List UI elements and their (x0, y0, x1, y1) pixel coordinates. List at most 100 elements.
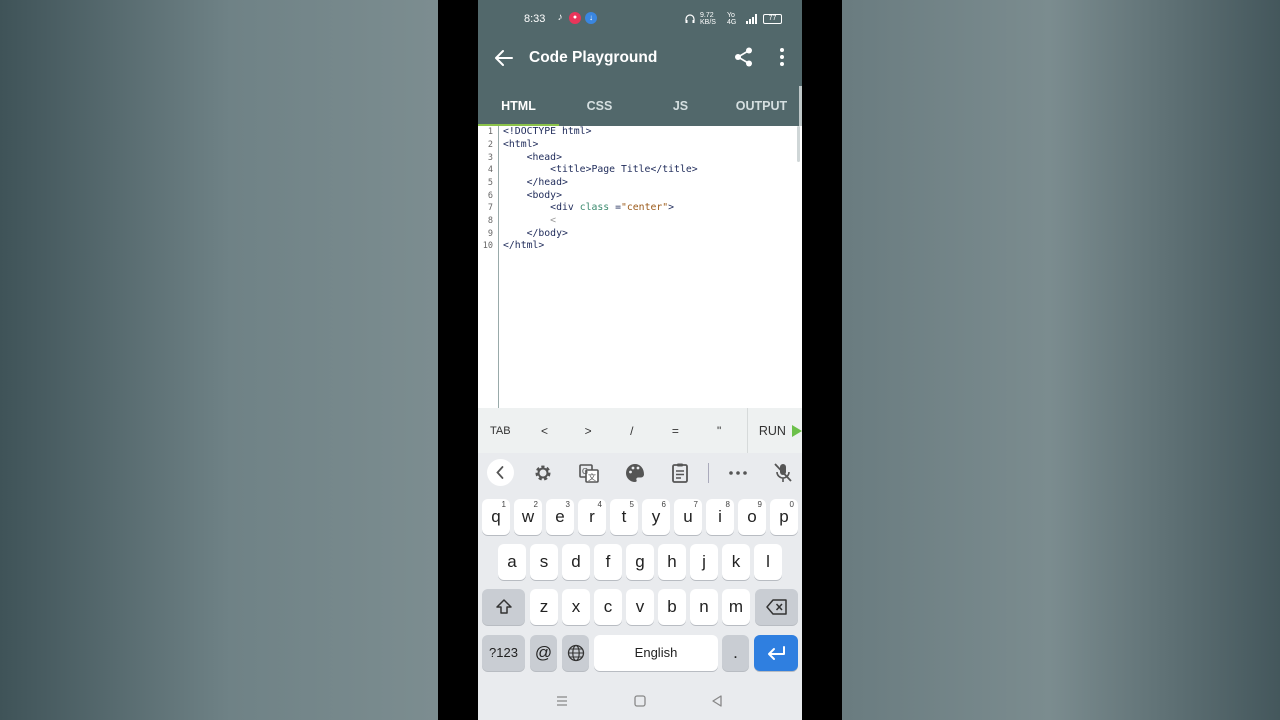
key-hint: 0 (789, 500, 794, 509)
tab-html[interactable]: HTML (478, 86, 559, 126)
key-q[interactable]: q1 (482, 499, 510, 535)
share-icon[interactable] (733, 46, 755, 68)
key-i[interactable]: i8 (706, 499, 734, 535)
system-nav-bar (478, 683, 802, 720)
run-button[interactable]: RUN (748, 424, 802, 438)
line-number: 6 (487, 191, 493, 201)
code-text: </html> (503, 240, 545, 251)
key-u[interactable]: u7 (674, 499, 702, 535)
key-d[interactable]: d (562, 544, 590, 580)
key-e[interactable]: e3 (546, 499, 574, 535)
key-label: i (718, 507, 722, 526)
tab-js[interactable]: JS (640, 86, 721, 126)
music-note-icon: ♪ (557, 12, 563, 23)
key-h[interactable]: h (658, 544, 686, 580)
line-number: 8 (487, 216, 493, 226)
key-label: t (621, 507, 627, 526)
palette-icon[interactable] (623, 461, 647, 485)
key-o[interactable]: o9 (738, 499, 766, 535)
chevron-left-icon[interactable] (487, 459, 514, 486)
code-line: <div class ="center"> (503, 202, 674, 213)
line-number: 4 (487, 165, 493, 175)
code-line: </body> (503, 228, 568, 239)
helper-quote-key[interactable]: " (697, 424, 741, 438)
space-key[interactable]: English (594, 635, 718, 671)
clipboard-icon[interactable] (668, 461, 692, 485)
gear-icon[interactable] (531, 461, 555, 485)
period-key[interactable]: . (722, 635, 749, 671)
editor-scrollbar[interactable] (797, 126, 800, 162)
code-text: </body> (503, 228, 568, 239)
key-z[interactable]: z (530, 589, 558, 625)
helper-equals-key[interactable]: = (654, 424, 698, 438)
key-s[interactable]: s (530, 544, 558, 580)
key-x[interactable]: x (562, 589, 590, 625)
tab-css[interactable]: CSS (559, 86, 640, 126)
code-attr: class (579, 202, 610, 213)
code-text: </head> (503, 177, 568, 188)
key-k[interactable]: k (722, 544, 750, 580)
helper-lt-key[interactable]: < (523, 424, 567, 438)
code-line: </head> (503, 177, 568, 188)
symbols-key[interactable]: ?123 (482, 635, 525, 671)
line-number: 9 (487, 229, 493, 239)
key-hint: 2 (533, 500, 538, 509)
recents-icon[interactable] (554, 693, 570, 709)
mic-off-icon[interactable] (771, 461, 795, 485)
code-text: <body> (503, 190, 562, 201)
at-key[interactable]: @ (530, 635, 557, 671)
key-g[interactable]: g (626, 544, 654, 580)
helper-tab-key[interactable]: TAB (478, 425, 523, 437)
key-v[interactable]: v (626, 589, 654, 625)
key-hint: 7 (693, 500, 698, 509)
backspace-icon (765, 599, 787, 615)
battery-icon: 77 (763, 14, 782, 24)
enter-icon (768, 646, 785, 660)
code-line: <title>Page Title</title> (503, 164, 698, 175)
key-b[interactable]: b (658, 589, 686, 625)
code-editor[interactable]: 1 2 3 4 5 6 7 8 9 10 <!DOCTYPE html> <ht… (478, 126, 802, 408)
key-l[interactable]: l (754, 544, 782, 580)
code-text: <html> (503, 139, 539, 150)
key-m[interactable]: m (722, 589, 750, 625)
key-c[interactable]: c (594, 589, 622, 625)
home-icon[interactable] (632, 693, 648, 709)
key-label: w (521, 507, 535, 526)
key-a[interactable]: a (498, 544, 526, 580)
tab-output[interactable]: OUTPUT (721, 86, 802, 126)
translate-icon[interactable]: 文G (577, 461, 601, 485)
more-vertical-icon[interactable] (772, 46, 792, 68)
code-line: </html> (503, 240, 544, 251)
key-w[interactable]: w2 (514, 499, 542, 535)
symbol-helper-bar: TAB < > / = " RUN (478, 408, 802, 453)
code-text: > (668, 202, 675, 213)
key-hint: 8 (725, 500, 730, 509)
language-key[interactable] (562, 635, 589, 671)
app-bar: Code Playground HTML CSS JS OUTPUT (478, 38, 802, 151)
editor-tabs: HTML CSS JS OUTPUT (478, 86, 802, 126)
status-right: 9.72 KB/S Yo 4G 77 (685, 12, 782, 26)
shift-key[interactable] (482, 589, 525, 625)
helper-gt-key[interactable]: > (566, 424, 610, 438)
backspace-key[interactable] (755, 589, 798, 625)
line-gutter: 1 2 3 4 5 6 7 8 9 10 (478, 126, 499, 408)
code-text: < (503, 215, 557, 226)
key-j[interactable]: j (690, 544, 718, 580)
key-n[interactable]: n (690, 589, 718, 625)
key-hint: 5 (629, 500, 634, 509)
arrow-left-icon[interactable] (492, 46, 516, 70)
key-f[interactable]: f (594, 544, 622, 580)
key-t[interactable]: t5 (610, 499, 638, 535)
key-p[interactable]: p0 (770, 499, 798, 535)
back-triangle-icon[interactable] (709, 693, 725, 709)
line-number: 2 (487, 140, 493, 150)
key-hint: 1 (501, 500, 506, 509)
headphones-icon (685, 14, 695, 23)
enter-key[interactable] (754, 635, 798, 671)
key-y[interactable]: y6 (642, 499, 670, 535)
key-r[interactable]: r4 (578, 499, 606, 535)
code-line: <head> (503, 152, 562, 163)
helper-slash-key[interactable]: / (610, 424, 654, 438)
code-text: <title>Page Title</title> (503, 164, 698, 175)
more-horizontal-icon[interactable] (726, 461, 750, 485)
